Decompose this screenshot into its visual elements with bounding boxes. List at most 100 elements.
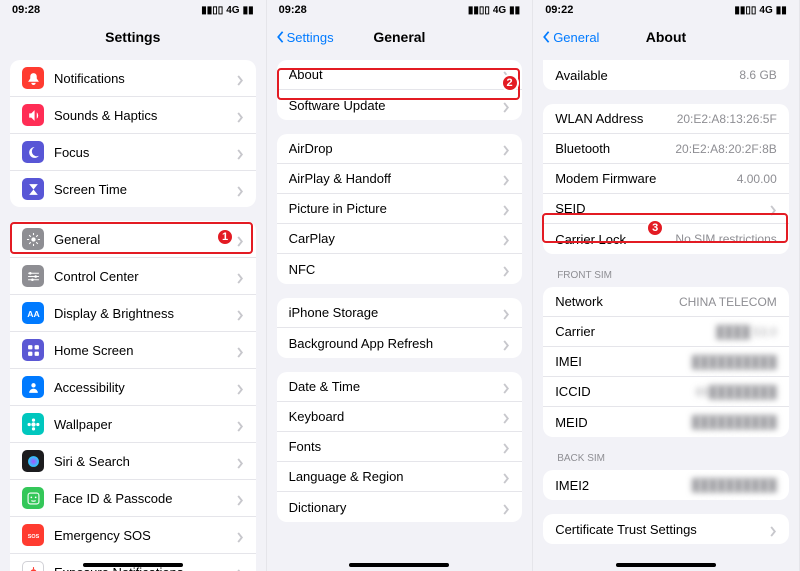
row-label: Focus — [54, 145, 230, 160]
flower-icon — [22, 413, 44, 435]
settings-row[interactable]: Available8.6 GB — [543, 60, 789, 90]
settings-row[interactable]: IMEI2██████████ — [543, 470, 789, 500]
chevron-right-icon — [502, 381, 510, 392]
settings-row[interactable]: Screen Time — [10, 171, 256, 207]
bell-icon — [22, 67, 44, 89]
settings-row[interactable]: Software Update — [277, 90, 523, 120]
row-label: SEID — [555, 201, 763, 216]
settings-row[interactable]: Fonts — [277, 432, 523, 462]
settings-row[interactable]: Accessibility — [10, 369, 256, 406]
settings-row[interactable]: Carrier LockNo SIM restrictions — [543, 224, 789, 254]
chevron-right-icon — [236, 456, 244, 467]
settings-row[interactable]: About — [277, 60, 523, 90]
battery-icon: ▮▮ — [243, 5, 254, 16]
settings-row[interactable]: NFC — [277, 254, 523, 284]
settings-row[interactable]: Date & Time — [277, 372, 523, 402]
settings-row[interactable]: Control Center — [10, 258, 256, 295]
hourglass-icon — [22, 178, 44, 200]
row-label: Display & Brightness — [54, 306, 230, 321]
gear-icon — [22, 228, 44, 250]
settings-row[interactable]: Bluetooth20:E2:A8:20:2F:8B — [543, 134, 789, 164]
settings-row[interactable]: Notifications — [10, 60, 256, 97]
settings-row[interactable]: WLAN Address20:E2:A8:13:26:5F — [543, 104, 789, 134]
settings-row[interactable]: Certificate Trust Settings — [543, 514, 789, 544]
settings-row[interactable]: MEID██████████ — [543, 407, 789, 437]
nav-bar: General About — [533, 20, 799, 54]
settings-row[interactable]: Language & Region — [277, 462, 523, 492]
row-label: MEID — [555, 415, 692, 430]
row-label: Screen Time — [54, 182, 230, 197]
status-bar: 09:28 ▮▮▯▯ 4G ▮▮ — [0, 0, 266, 20]
settings-row[interactable]: IMEI██████████ — [543, 347, 789, 377]
chevron-right-icon — [502, 411, 510, 422]
status-time: 09:22 — [545, 4, 573, 16]
settings-row[interactable]: Wallpaper — [10, 406, 256, 443]
row-label: AirPlay & Handoff — [289, 171, 497, 186]
chevron-right-icon — [502, 264, 510, 275]
settings-row[interactable]: iPhone Storage — [277, 298, 523, 328]
settings-row[interactable]: Sounds & Haptics — [10, 97, 256, 134]
row-label: Notifications — [54, 71, 230, 86]
row-label: iPhone Storage — [289, 305, 497, 320]
back-button[interactable]: General — [541, 30, 599, 45]
row-label: Accessibility — [54, 380, 230, 395]
virus-icon — [22, 561, 44, 571]
row-value: 89████████ — [695, 385, 776, 399]
row-value: ████ 53.0 — [716, 325, 777, 339]
chevron-right-icon — [502, 143, 510, 154]
row-label: NFC — [289, 262, 497, 277]
settings-row[interactable]: Face ID & Passcode — [10, 480, 256, 517]
sliders-icon — [22, 265, 44, 287]
settings-row[interactable]: Keyboard — [277, 402, 523, 432]
row-label: Date & Time — [289, 379, 497, 394]
about-list[interactable]: Available8.6 GB WLAN Address20:E2:A8:13:… — [533, 54, 799, 571]
settings-row[interactable]: Modem Firmware4.00.00 — [543, 164, 789, 194]
row-label: Modem Firmware — [555, 171, 737, 186]
settings-row[interactable]: AirPlay & Handoff — [277, 164, 523, 194]
chevron-right-icon — [236, 271, 244, 282]
settings-row[interactable]: General — [10, 221, 256, 258]
settings-row[interactable]: AADisplay & Brightness — [10, 295, 256, 332]
status-time: 09:28 — [12, 4, 40, 16]
back-button[interactable]: Settings — [275, 30, 334, 45]
row-label: Picture in Picture — [289, 201, 497, 216]
settings-row[interactable]: Carrier████ 53.0 — [543, 317, 789, 347]
settings-row[interactable]: NetworkCHINA TELECOM — [543, 287, 789, 317]
settings-row[interactable]: CarPlay — [277, 224, 523, 254]
row-label: Wallpaper — [54, 417, 230, 432]
chevron-right-icon — [502, 502, 510, 513]
settings-row[interactable]: SOSEmergency SOS — [10, 517, 256, 554]
settings-row[interactable]: Siri & Search — [10, 443, 256, 480]
row-label: Certificate Trust Settings — [555, 522, 763, 537]
row-label: Dictionary — [289, 500, 497, 515]
chevron-right-icon — [502, 441, 510, 452]
general-screen: 09:28 ▮▮▯▯ 4G ▮▮ Settings General AboutS… — [267, 0, 534, 571]
page-title: Settings — [105, 29, 160, 45]
row-value: CHINA TELECOM — [679, 295, 777, 309]
row-label: About — [289, 67, 497, 82]
row-value: No SIM restrictions — [675, 232, 776, 246]
signal-icon: ▮▮▯▯ — [201, 5, 223, 16]
battery-icon: ▮▮ — [509, 5, 520, 16]
row-label: Keyboard — [289, 409, 497, 424]
settings-row[interactable]: Background App Refresh — [277, 328, 523, 358]
signal-icon: ▮▮▯▯ — [468, 5, 490, 16]
moon-icon — [22, 141, 44, 163]
settings-row[interactable]: Focus — [10, 134, 256, 171]
general-list[interactable]: About Software Update AirDrop AirPlay & Ha… — [267, 54, 533, 571]
settings-row[interactable]: Picture in Picture — [277, 194, 523, 224]
section-header-back-sim: BACK SIM — [543, 451, 789, 468]
back-label: General — [553, 30, 599, 45]
settings-row[interactable]: ICCID89████████ — [543, 377, 789, 407]
settings-row[interactable]: AirDrop — [277, 134, 523, 164]
row-label: Background App Refresh — [289, 336, 497, 351]
signal-icon: ▮▮▯▯ — [734, 5, 756, 16]
settings-list[interactable]: Notifications Sounds & Haptics Focus Screen… — [0, 54, 266, 571]
settings-row[interactable]: SEID — [543, 194, 789, 224]
row-value: 4.00.00 — [737, 172, 777, 186]
chevron-right-icon — [236, 493, 244, 504]
settings-row[interactable]: Dictionary — [277, 492, 523, 522]
settings-row[interactable]: Home Screen — [10, 332, 256, 369]
chevron-right-icon — [502, 307, 510, 318]
row-label: General — [54, 232, 230, 247]
